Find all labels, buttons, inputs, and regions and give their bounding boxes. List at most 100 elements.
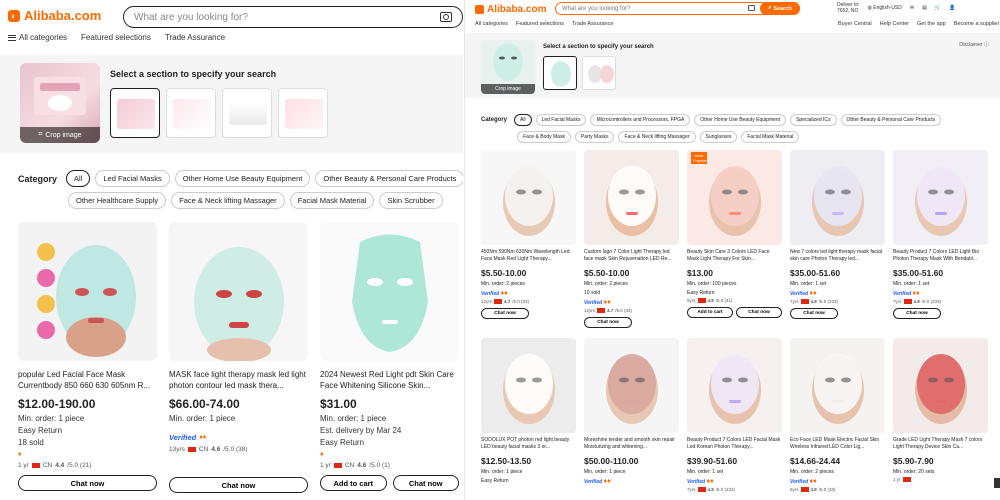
product-image[interactable] — [790, 338, 885, 433]
section-thumb-1[interactable] — [110, 88, 160, 138]
nav-become-supplier[interactable]: Become a supplier — [954, 21, 1000, 27]
product-title[interactable]: 2024 Newest Red Light pdt Skin Care Face… — [320, 369, 459, 391]
product-card[interactable]: Beauty Product 7 Colors LED Facial Mask … — [687, 338, 782, 492]
product-card[interactable]: popular Led Facial Face Mask Currentbody… — [18, 222, 157, 493]
product-image[interactable] — [169, 222, 308, 361]
crop-image-button[interactable]: Crop image — [481, 84, 535, 94]
product-image[interactable] — [893, 150, 988, 245]
product-card[interactable]: Beauty Product 7 Colors LED Light Bio Ph… — [893, 150, 988, 328]
product-image[interactable] — [320, 222, 459, 361]
chip-party-masks[interactable]: Party Masks — [574, 131, 615, 143]
chip-specialized-ics[interactable]: Specialized ICs — [790, 114, 837, 126]
language-selector[interactable]: ◍ English-USD — [868, 5, 902, 11]
product-card[interactable]: New 7 colors led light therapy mask faci… — [790, 150, 885, 328]
search-button[interactable]: ⌕ Search — [760, 2, 800, 15]
chip-home-beauty[interactable]: Other Home Use Beauty Equipment — [174, 170, 311, 187]
chip-mask-material[interactable]: Facial Mask Material — [741, 131, 800, 143]
chat-now-button[interactable]: Chat now — [790, 308, 838, 319]
search-input[interactable]: What are you looking for? — [123, 6, 463, 28]
nav-all-categories[interactable]: All categories — [475, 21, 508, 27]
chip-face-body-mask[interactable]: Face & Body Mask — [517, 131, 571, 143]
section-thumb-4[interactable] — [278, 88, 328, 138]
chat-now-button[interactable]: Chat now — [481, 308, 529, 319]
chip-beauty-care[interactable]: Other Beauty & Personal Care Products — [840, 114, 942, 126]
product-title[interactable]: MASK face light therapy mask led light p… — [169, 369, 308, 391]
orders-icon[interactable]: ▤ — [922, 5, 927, 11]
product-image[interactable] — [584, 338, 679, 433]
chip-led-facial-masks[interactable]: Led Facial Masks — [95, 170, 170, 187]
chat-now-button[interactable]: Chat now — [584, 317, 632, 328]
uploaded-image[interactable]: ⌗ Crop image — [20, 63, 100, 143]
product-title[interactable]: Beauty Product 7 Colors LED Facial Mask … — [687, 437, 782, 451]
chip-face-neck[interactable]: Face & Neck lifting Massager — [171, 192, 285, 209]
section-thumb-2[interactable] — [166, 88, 216, 138]
section-thumb-3[interactable] — [222, 88, 272, 138]
product-title[interactable]: Beauty Skin Care 3 Colors LED Face Mask … — [687, 249, 782, 263]
nav-featured[interactable]: Featured selections — [516, 21, 564, 27]
product-image[interactable] — [687, 338, 782, 433]
nav-trade-assurance[interactable]: Trade Assurance — [165, 33, 225, 42]
cart-icon[interactable]: 🛒 — [935, 5, 941, 11]
chip-home-beauty[interactable]: Other Home Use Beauty Equipment — [694, 114, 787, 126]
nav-buyer-central[interactable]: Buyer Central — [838, 21, 872, 27]
product-image[interactable]: Most Popular — [687, 150, 782, 245]
chat-now-button[interactable]: Chat now — [893, 308, 941, 319]
product-title[interactable]: Beauty Product 7 Colors LED Light Bio Ph… — [893, 249, 988, 263]
product-image[interactable] — [481, 150, 576, 245]
messages-icon[interactable]: ✉ — [910, 5, 914, 11]
add-to-cart-button[interactable]: Add to cart — [687, 307, 733, 318]
uploaded-image[interactable]: Crop image — [481, 40, 535, 94]
chat-now-button[interactable]: Chat now — [736, 307, 782, 318]
product-card[interactable]: 2024 Newest Red Light pdt Skin Care Face… — [320, 222, 459, 493]
chat-now-button[interactable]: Chat now — [169, 477, 308, 493]
chat-now-button[interactable]: Chat now — [392, 475, 459, 491]
product-card[interactable]: Custom logo 7 Color Light Therapy led fa… — [584, 150, 679, 328]
product-title[interactable]: 450Nm 590Nm 630Nm Wavelength Led Face Ma… — [481, 249, 576, 263]
product-card[interactable]: Moreshine tender and smooth skin repair … — [584, 338, 679, 492]
product-title[interactable]: Moreshine tender and smooth skin repair … — [584, 437, 679, 451]
chip-healthcare[interactable]: Other Healthcare Supply — [68, 192, 167, 209]
chip-beauty-care[interactable]: Other Beauty & Personal Care Products — [315, 170, 463, 187]
product-title[interactable]: Custom logo 7 Color Light Therapy led fa… — [584, 249, 679, 263]
scrollbar-thumb[interactable] — [994, 478, 1000, 488]
product-card[interactable]: Most Popular Beauty Skin Care 3 Colors LE… — [687, 150, 782, 328]
camera-icon[interactable] — [440, 12, 452, 22]
chip-all[interactable]: All — [66, 170, 91, 187]
chip-all[interactable]: All — [514, 114, 532, 126]
section-thumb-1[interactable] — [543, 56, 577, 90]
chip-led-facial-masks[interactable]: Led Facial Masks — [535, 114, 587, 126]
product-card[interactable]: MASK face light therapy mask led light p… — [169, 222, 308, 493]
product-card[interactable]: Eco Face LED Mask Electric Facial Skin W… — [790, 338, 885, 492]
section-thumb-2[interactable] — [582, 56, 616, 90]
product-image[interactable] — [893, 338, 988, 433]
chip-skin-scrubber[interactable]: Skin Scrubber — [379, 192, 443, 209]
nav-trade-assurance[interactable]: Trade Assurance — [572, 21, 613, 27]
product-title[interactable]: New 7 colors led light therapy mask faci… — [790, 249, 885, 263]
alibaba-logo[interactable]: Alibaba.com — [475, 4, 546, 15]
product-card[interactable]: SODOLUX POT photon red light beauty LED … — [481, 338, 576, 492]
product-image[interactable] — [584, 150, 679, 245]
chip-sunglasses[interactable]: Sunglasses — [699, 131, 738, 143]
account-icon[interactable]: 👤 — [949, 5, 955, 11]
product-image[interactable] — [18, 222, 157, 361]
product-title[interactable]: Grade LED Light Therapy Mask 7 colors Li… — [893, 437, 988, 451]
nav-featured[interactable]: Featured selections — [81, 33, 151, 42]
camera-icon[interactable] — [748, 5, 755, 11]
nav-get-app[interactable]: Get the app — [917, 21, 946, 27]
nav-help-center[interactable]: Help Center — [880, 21, 909, 27]
add-to-cart-button[interactable]: Add to cart — [320, 475, 387, 491]
chip-face-neck[interactable]: Face & Neck lifting Massager — [618, 131, 696, 143]
chip-mask-material[interactable]: Facial Mask Material — [289, 192, 375, 209]
chip-microcontrollers[interactable]: Microcontrollers and Processors, FPGA — [590, 114, 691, 126]
nav-all-categories[interactable]: All categories — [8, 33, 67, 42]
product-title[interactable]: popular Led Facial Face Mask Currentbody… — [18, 369, 157, 391]
alibaba-logo[interactable]: ◐ Alibaba.com — [8, 8, 101, 23]
product-image[interactable] — [481, 338, 576, 433]
product-title[interactable]: SODOLUX POT photon red light beauty LED … — [481, 437, 576, 451]
product-image[interactable] — [790, 150, 885, 245]
deliver-to[interactable]: Deliver to: 7652, NO — [837, 2, 860, 14]
product-card[interactable]: Grade LED Light Therapy Mask 7 colors Li… — [893, 338, 988, 492]
crop-image-button[interactable]: ⌗ Crop image — [20, 127, 100, 143]
search-input[interactable]: What are you looking for? ⌕ Search — [555, 2, 800, 15]
disclaimer-link[interactable]: Disclaimer ⓘ — [959, 41, 989, 48]
